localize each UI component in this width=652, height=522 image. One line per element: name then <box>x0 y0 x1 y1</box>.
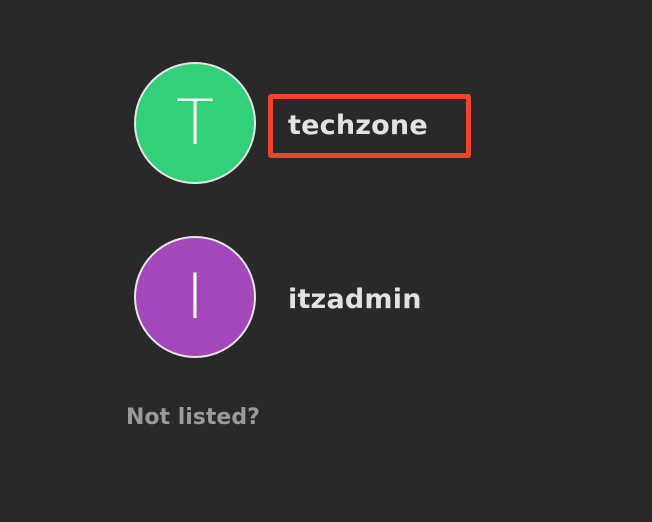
user-list-item-itzadmin[interactable]: I itzadmin <box>0 234 652 364</box>
not-listed-link[interactable]: Not listed? <box>126 405 260 430</box>
avatar: I <box>134 236 256 358</box>
avatar: T <box>134 62 256 184</box>
avatar-initial: I <box>185 260 205 333</box>
highlight-annotation <box>268 94 471 158</box>
avatar-initial: T <box>176 86 214 159</box>
username-label: itzadmin <box>288 284 422 315</box>
